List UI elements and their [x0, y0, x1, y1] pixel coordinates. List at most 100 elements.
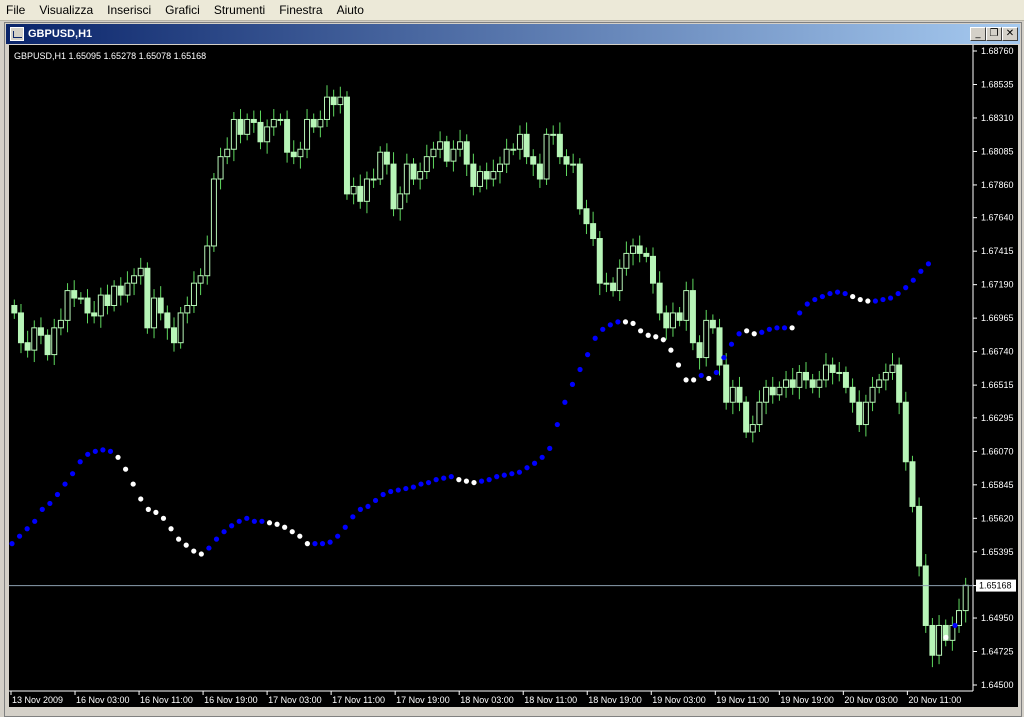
indicator-dot [274, 521, 280, 527]
indicator-dot [372, 497, 379, 504]
candle-body [343, 96, 350, 195]
indicator-dot [319, 541, 326, 547]
indicator-dot [569, 381, 576, 387]
indicator-dot [168, 526, 174, 532]
y-tick-label: 1.67190 [981, 280, 1014, 290]
chart-header-text: GBPUSD,H1 1.65095 1.65278 1.65078 1.6516… [14, 51, 206, 61]
indicator-dot [418, 481, 424, 487]
indicator-dot [229, 523, 235, 529]
candle-body [417, 171, 424, 180]
candle-body [137, 267, 144, 277]
y-tick-label: 1.67860 [981, 180, 1014, 190]
menu-strumenti[interactable]: Strumenti [208, 0, 273, 20]
candle-body [743, 401, 750, 433]
candle-body [257, 121, 264, 143]
candle-body [17, 312, 24, 344]
candle-body [124, 282, 131, 296]
indicator-dot [486, 477, 492, 483]
candle-body [457, 141, 464, 150]
candle-body [842, 371, 849, 388]
y-tick-label: 1.66515 [981, 380, 1014, 390]
candle-body [636, 245, 643, 254]
indicator-dot [797, 310, 803, 316]
candle-body [550, 133, 557, 136]
candle-body [696, 342, 703, 359]
y-tick-label: 1.65845 [981, 480, 1014, 490]
indicator-dot [638, 328, 644, 334]
menu-aiuto[interactable]: Aiuto [331, 0, 372, 20]
candle-body [184, 304, 191, 314]
indicator-dot [206, 545, 212, 551]
candle-body [590, 223, 597, 240]
candle-body [177, 312, 184, 344]
indicator-dot [524, 465, 530, 471]
candle-body [217, 156, 224, 180]
y-tick-label: 1.64500 [981, 680, 1014, 690]
indicator-dot [865, 298, 871, 304]
candle-body [377, 151, 384, 180]
restore-icon[interactable]: ❐ [986, 27, 1002, 41]
candle-body [922, 565, 929, 626]
indicator-dot [304, 541, 310, 547]
candle-body [370, 178, 377, 181]
indicator-dot [668, 347, 674, 353]
candle-body [190, 282, 197, 306]
candle-body [57, 319, 64, 329]
y-tick-label: 1.66295 [981, 413, 1014, 423]
indicator-dot [456, 477, 462, 483]
x-tick-label: 17 Nov 11:00 [332, 695, 385, 705]
menu-grafici[interactable]: Grafici [159, 0, 208, 20]
indicator-dot [872, 298, 879, 304]
y-tick-label: 1.65395 [981, 547, 1014, 557]
indicator-dot [952, 622, 958, 629]
close-icon[interactable]: ✕ [1002, 27, 1018, 41]
x-tick-label: 19 Nov 11:00 [716, 695, 769, 705]
chart-window-icon [10, 27, 24, 41]
indicator-dot [335, 533, 341, 539]
candle-body [330, 96, 337, 106]
candle-body [31, 327, 38, 351]
menu-finestra[interactable]: Finestra [273, 0, 330, 20]
indicator-dot [585, 352, 591, 358]
indicator-dot [213, 536, 220, 542]
x-tick-label: 16 Nov 19:00 [204, 695, 258, 705]
menu-inserisci[interactable]: Inserisci [101, 0, 159, 20]
x-tick-label: 20 Nov 03:00 [844, 695, 898, 705]
indicator-dot [176, 536, 182, 542]
menu-file[interactable]: File [0, 0, 33, 20]
candle-body [91, 312, 98, 317]
candle-body [849, 386, 856, 403]
indicator-dot [47, 500, 53, 507]
window-titlebar[interactable]: GBPUSD,H1 _ ❐ ✕ [6, 24, 1020, 44]
candle-body [783, 379, 790, 388]
candle-body [97, 294, 104, 317]
candle-body [237, 118, 244, 135]
candle-body [889, 364, 896, 373]
candle-body [437, 141, 444, 150]
indicator-dot [691, 377, 697, 383]
indicator-dot [943, 634, 949, 640]
candle-body [117, 285, 124, 296]
candle-body [836, 371, 843, 374]
minimize-icon[interactable]: _ [970, 27, 986, 41]
indicator-dot [925, 261, 932, 267]
candle-body [104, 294, 111, 306]
chart-canvas[interactable]: GBPUSD,H1 1.65095 1.65278 1.65078 1.6516… [9, 45, 1018, 707]
indicator-dot [388, 488, 394, 495]
indicator-dot [77, 459, 83, 465]
candle-body [264, 126, 271, 143]
candle-body [131, 275, 138, 284]
candle-body [11, 304, 18, 314]
x-tick-label: 16 Nov 11:00 [140, 695, 193, 705]
menu-visualizza[interactable]: Visualizza [33, 0, 101, 20]
candle-body [197, 275, 204, 284]
candlestick-chart[interactable]: GBPUSD,H1 1.65095 1.65278 1.65078 1.6516… [9, 45, 1018, 707]
candle-body [776, 386, 783, 396]
indicator-dot [918, 268, 924, 274]
candle-body [483, 171, 490, 180]
indicator-dot [577, 366, 583, 373]
candle-body [583, 208, 590, 225]
indicator-dot [706, 375, 712, 382]
indicator-dot [221, 529, 227, 535]
x-tick-label: 19 Nov 03:00 [652, 695, 706, 705]
